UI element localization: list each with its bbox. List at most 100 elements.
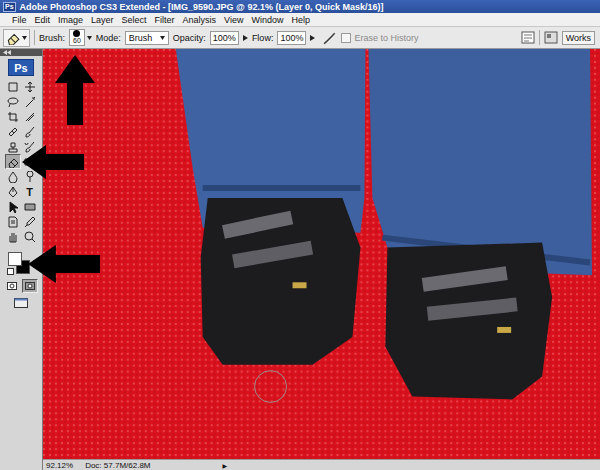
quick-mask-button[interactable] [22,279,38,293]
brush-picker[interactable]: 60 [69,29,92,46]
mode-select[interactable]: Brush [125,31,169,45]
opacity-field[interactable]: 100% [210,31,239,45]
menu-item[interactable]: View [220,15,247,25]
separator [34,30,35,45]
eraser-icon [7,156,19,168]
brush-size: 60 [73,37,81,45]
photo [43,49,600,459]
tool-button[interactable] [5,124,21,139]
document-size: Doc: 57.7M/62.8M [85,461,150,470]
status-menu-arrow[interactable]: ▶ [223,462,228,469]
menu-item[interactable]: Window [247,15,287,25]
quick-mask-icon [25,282,35,290]
app-icon: Ps [3,2,16,12]
dodge-icon [24,171,36,183]
tool-button[interactable] [22,124,38,139]
tool-button[interactable] [5,199,21,214]
erase-to-history-checkbox[interactable]: Erase to History [341,33,418,43]
tool-button[interactable] [5,184,21,199]
tool-button[interactable] [22,229,38,244]
screen-mode-icon [14,298,28,308]
pathselect-icon [7,201,19,213]
tool-button[interactable] [22,139,38,154]
collapse-icon[interactable] [3,50,11,55]
menu-item[interactable]: Image [54,15,87,25]
menu-bar: FileEditImageLayerSelectFilterAnalysisVi… [0,13,600,27]
tool-button[interactable] [22,199,38,214]
tool-button[interactable] [5,154,21,169]
palette-well-icon[interactable] [544,31,558,44]
screen-mode-button[interactable] [13,297,29,311]
checkbox-box [341,33,351,43]
slider-popup-icon[interactable] [310,35,315,41]
crop-icon [7,111,19,123]
tool-button[interactable] [5,94,21,109]
brush-label: Brush: [39,33,65,43]
tool-button[interactable] [22,94,38,109]
dropdown-arrow-icon [160,36,165,40]
dropdown-arrow-icon [87,36,92,40]
type-tool-glyph: T [26,186,33,198]
airbrush-icon[interactable] [323,31,337,45]
brush-icon [24,126,36,138]
title-bar: Ps Adobe Photoshop CS3 Extended - [IMG_9… [0,0,600,13]
default-colors-icon[interactable] [7,268,14,275]
tool-button[interactable] [5,79,21,94]
stamp-icon [7,141,19,153]
tool-button[interactable] [5,214,21,229]
eraser-icon [6,31,20,45]
tool-preset-picker[interactable] [3,29,30,47]
tool-button[interactable] [5,139,21,154]
brushes-palette-icon[interactable] [521,31,535,44]
opacity-label: Opacity: [173,33,206,43]
photoshop-logo[interactable]: Ps [8,59,34,76]
heal-icon [7,126,19,138]
tool-button[interactable] [22,109,38,124]
standard-mode-button[interactable] [4,279,20,293]
tool-button[interactable] [22,214,38,229]
annotation-arrow-icon [22,145,84,179]
eyedropper-icon [24,216,36,228]
erase-to-history-label: Erase to History [354,33,418,43]
dropdown-arrow-icon [22,36,27,40]
move-icon [24,81,36,93]
options-bar: Brush: 60 Mode: Brush Opacity: 100% Flow… [0,27,600,49]
annotation-arrow-icon [55,55,95,125]
separator [539,30,540,45]
tool-button[interactable] [5,169,21,184]
shape-icon [24,201,36,213]
standard-mode-icon [7,282,17,290]
menu-item[interactable]: File [8,15,31,25]
brush-preview: 60 [69,29,85,46]
status-bar: 92.12% Doc: 57.7M/62.8M ▶ [43,459,600,470]
photoshop-window: Ps Adobe Photoshop CS3 Extended - [IMG_9… [0,0,600,470]
notes-icon [7,216,19,228]
menu-item[interactable]: Layer [87,15,118,25]
tool-button[interactable] [5,229,21,244]
tool-button[interactable] [5,109,21,124]
annotation-arrow-icon [28,245,100,283]
slider-popup-icon[interactable] [243,35,248,41]
window-title: Adobe Photoshop CS3 Extended - [IMG_9590… [20,2,384,12]
brush-dot-icon [73,30,80,37]
menu-item[interactable]: Help [287,15,314,25]
zoom-level[interactable]: 92.12% [46,461,73,470]
menu-item[interactable]: Select [118,15,151,25]
menu-item[interactable]: Filter [151,15,179,25]
history-icon [24,141,36,153]
document-area: 92.12% Doc: 57.7M/62.8M ▶ [43,49,600,470]
tool-button[interactable]: T [22,184,38,199]
menu-item[interactable]: Analysis [179,15,221,25]
foreground-color-swatch[interactable] [8,252,22,266]
pen-icon [7,186,19,198]
wand-icon [24,96,36,108]
blur-icon [7,171,19,183]
menu-item[interactable]: Edit [31,15,55,25]
document-canvas[interactable] [43,49,600,459]
workspace-button[interactable]: Works [562,31,595,45]
flow-field[interactable]: 100% [277,31,306,45]
mode-value: Brush [129,33,153,43]
tool-button[interactable] [22,79,38,94]
zoom-icon [24,231,36,243]
slice-icon [24,111,36,123]
